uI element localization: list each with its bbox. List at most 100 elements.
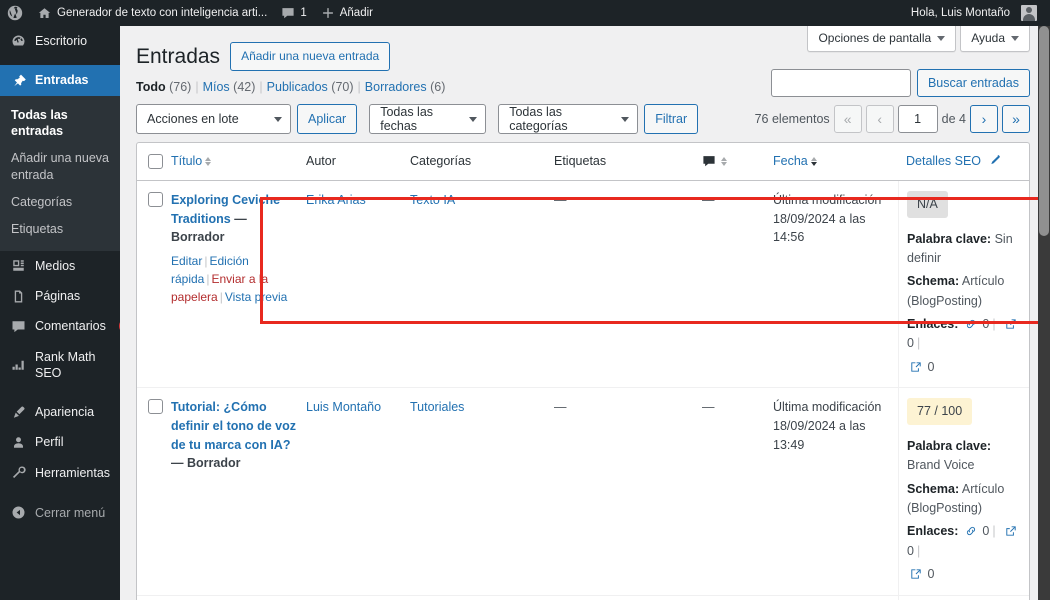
table-row[interactable]: Tutorial: ¿Cómo definir el tono de voz d… — [137, 388, 1029, 596]
my-account-menu[interactable]: Hola, Luis Montaño — [904, 0, 1044, 26]
bulk-actions-value: Acciones en lote — [147, 112, 239, 126]
view-label[interactable]: Publicados — [267, 80, 328, 94]
select-all-checkbox[interactable] — [148, 153, 163, 169]
admin-bar-comments-count: 1 — [300, 7, 307, 19]
sidebar-item-medios[interactable]: Medios — [0, 251, 120, 281]
wordpress-logo-icon[interactable] — [0, 0, 30, 26]
column-header-tags[interactable]: Etiquetas — [554, 152, 702, 171]
column-header-date-label: Fecha — [773, 154, 808, 168]
media-icon — [9, 258, 27, 273]
view-count: (42) — [233, 80, 256, 94]
pencil-icon[interactable] — [988, 154, 1001, 167]
view-count: (6) — [430, 80, 446, 94]
post-title-link[interactable]: Exploring Ceviche Traditions — [171, 193, 280, 226]
column-header-comments[interactable] — [702, 154, 773, 168]
search-box: Buscar entradas — [770, 69, 1030, 97]
sidebar-item-paginas[interactable]: Páginas — [0, 281, 120, 311]
sidebar-subitem-label: Categorías — [11, 195, 73, 209]
sidebar-item-escritorio[interactable]: Escritorio — [0, 26, 120, 56]
row-categories[interactable]: Tutoriales — [410, 388, 554, 427]
row-author[interactable]: Luis Montaño — [306, 388, 410, 427]
sort-arrows-icon — [205, 156, 212, 166]
items-count-label: 76 elementos — [754, 112, 830, 126]
row-checkbox[interactable] — [148, 399, 163, 415]
chevron-down-icon — [1011, 35, 1019, 41]
column-header-date[interactable]: Fecha — [773, 152, 898, 171]
category-filter-select[interactable]: Todas las categorías — [498, 104, 639, 134]
avatar — [1021, 5, 1037, 21]
bulk-actions-select[interactable]: Acciones en lote — [136, 104, 291, 134]
row-author[interactable]: Erika Arias — [306, 181, 410, 220]
date-filter-select[interactable]: Todas las fechas — [369, 104, 487, 134]
category-filter-value: Todas las categorías — [509, 105, 568, 133]
sidebar-subitem-categorias[interactable]: Categorías — [0, 189, 120, 216]
comment-bubble-icon — [9, 319, 27, 334]
seo-links-incoming: 0 — [927, 359, 935, 374]
sidebar-item-apariencia[interactable]: Apariencia — [0, 397, 120, 427]
chevron-down-icon — [621, 116, 630, 122]
select-all-cell[interactable] — [137, 153, 171, 169]
view-borradores[interactable]: Borradores (6) — [365, 80, 446, 94]
seo-schema-label: Schema: — [907, 274, 960, 289]
post-title-link[interactable]: Tutorial: ¿Cómo definir el tono de voz d… — [171, 400, 296, 452]
view-label[interactable]: Borradores — [365, 80, 427, 94]
view-mios[interactable]: Míos (42) — [203, 80, 256, 94]
help-toggle[interactable]: Ayuda — [960, 26, 1030, 52]
site-name-menu[interactable]: Generador de texto con inteligencia arti… — [30, 0, 274, 26]
column-header-title[interactable]: Título — [171, 152, 306, 171]
column-header-categories[interactable]: Categorías — [410, 152, 554, 171]
chevron-down-icon — [469, 116, 478, 122]
page-scrollbar[interactable] — [1038, 26, 1050, 600]
last-page-button[interactable]: » — [1002, 105, 1030, 133]
row-checkbox-cell[interactable] — [137, 596, 171, 600]
row-date: Publicada 14/09/2024 a las 22:00 — [773, 596, 898, 600]
row-checkbox[interactable] — [148, 191, 163, 207]
collapse-menu-button[interactable]: Cerrar menú — [0, 498, 120, 528]
sidebar-item-perfil[interactable]: Perfil — [0, 427, 120, 457]
table-header-row: Título Autor Categorías Etiquetas Fecha — [137, 143, 1029, 181]
row-author[interactable]: Luis Montaño — [306, 596, 410, 600]
search-input[interactable] — [770, 69, 911, 97]
table-row[interactable]: Reseña de GPT 4o mini: Conoce que es GTP… — [137, 595, 1029, 600]
chevron-down-icon — [937, 35, 946, 41]
sidebar-item-label: Páginas — [35, 289, 81, 303]
view-label[interactable]: Míos — [203, 80, 230, 94]
view-todo[interactable]: Todo (76) — [136, 80, 191, 94]
column-header-author[interactable]: Autor — [306, 152, 410, 171]
view-count: (76) — [169, 80, 192, 94]
admin-bar-new-content[interactable]: Añadir — [314, 0, 380, 26]
view-publicados[interactable]: Publicados (70) — [267, 80, 354, 94]
row-categories[interactable]: AI Chat — [410, 596, 554, 600]
row-date: Última modificación 18/09/2024 a las 14:… — [773, 181, 898, 257]
scrollbar-thumb[interactable] — [1039, 26, 1049, 236]
table-row[interactable]: Exploring Ceviche Traditions — Borrador … — [137, 180, 1029, 389]
sidebar-item-rank-math-seo[interactable]: Rank Math SEO — [0, 342, 120, 389]
sidebar-subitem-etiquetas[interactable]: Etiquetas — [0, 216, 120, 243]
row-comments: — — [702, 400, 715, 415]
row-action-edit[interactable]: Editar — [171, 254, 202, 268]
sidebar-subitem-anadir-nueva-entrada[interactable]: Añadir una nueva entrada — [0, 145, 120, 189]
row-checkbox-cell[interactable] — [137, 388, 171, 424]
sidebar-subitem-todas-las-entradas[interactable]: Todas las entradas — [0, 102, 120, 146]
seo-links-line: Enlaces: 0 | 0 | — [907, 522, 1021, 561]
row-title-cell: Reseña de GPT 4o mini: Conoce que es GTP… — [171, 596, 306, 600]
comment-bubble-icon — [281, 6, 295, 20]
screen-options-toggle[interactable]: Opciones de pantalla — [807, 26, 957, 52]
admin-bar-comments[interactable]: 1 — [274, 0, 313, 26]
seo-score-badge: N/A — [907, 190, 948, 218]
search-submit-button[interactable]: Buscar entradas — [916, 69, 1030, 97]
next-page-button[interactable]: › — [970, 105, 998, 133]
row-checkbox-cell[interactable] — [137, 181, 171, 217]
apply-bulk-action-button[interactable]: Aplicar — [297, 104, 358, 134]
filter-button[interactable]: Filtrar — [644, 104, 699, 134]
row-categories[interactable]: Texto IA — [410, 181, 554, 220]
sidebar-item-comentarios[interactable]: Comentarios 1 — [0, 311, 135, 341]
row-action-preview[interactable]: Vista previa — [225, 290, 287, 304]
link-icon — [965, 525, 977, 537]
pages-icon — [9, 289, 27, 304]
column-header-seo[interactable]: Detalles SEO — [898, 152, 1029, 171]
sidebar-item-herramientas[interactable]: Herramientas — [0, 458, 120, 488]
current-page-input[interactable]: 1 — [897, 105, 938, 133]
sidebar-item-entradas[interactable]: Entradas — [0, 65, 128, 96]
add-new-post-button[interactable]: Añadir una nueva entrada — [230, 42, 391, 71]
